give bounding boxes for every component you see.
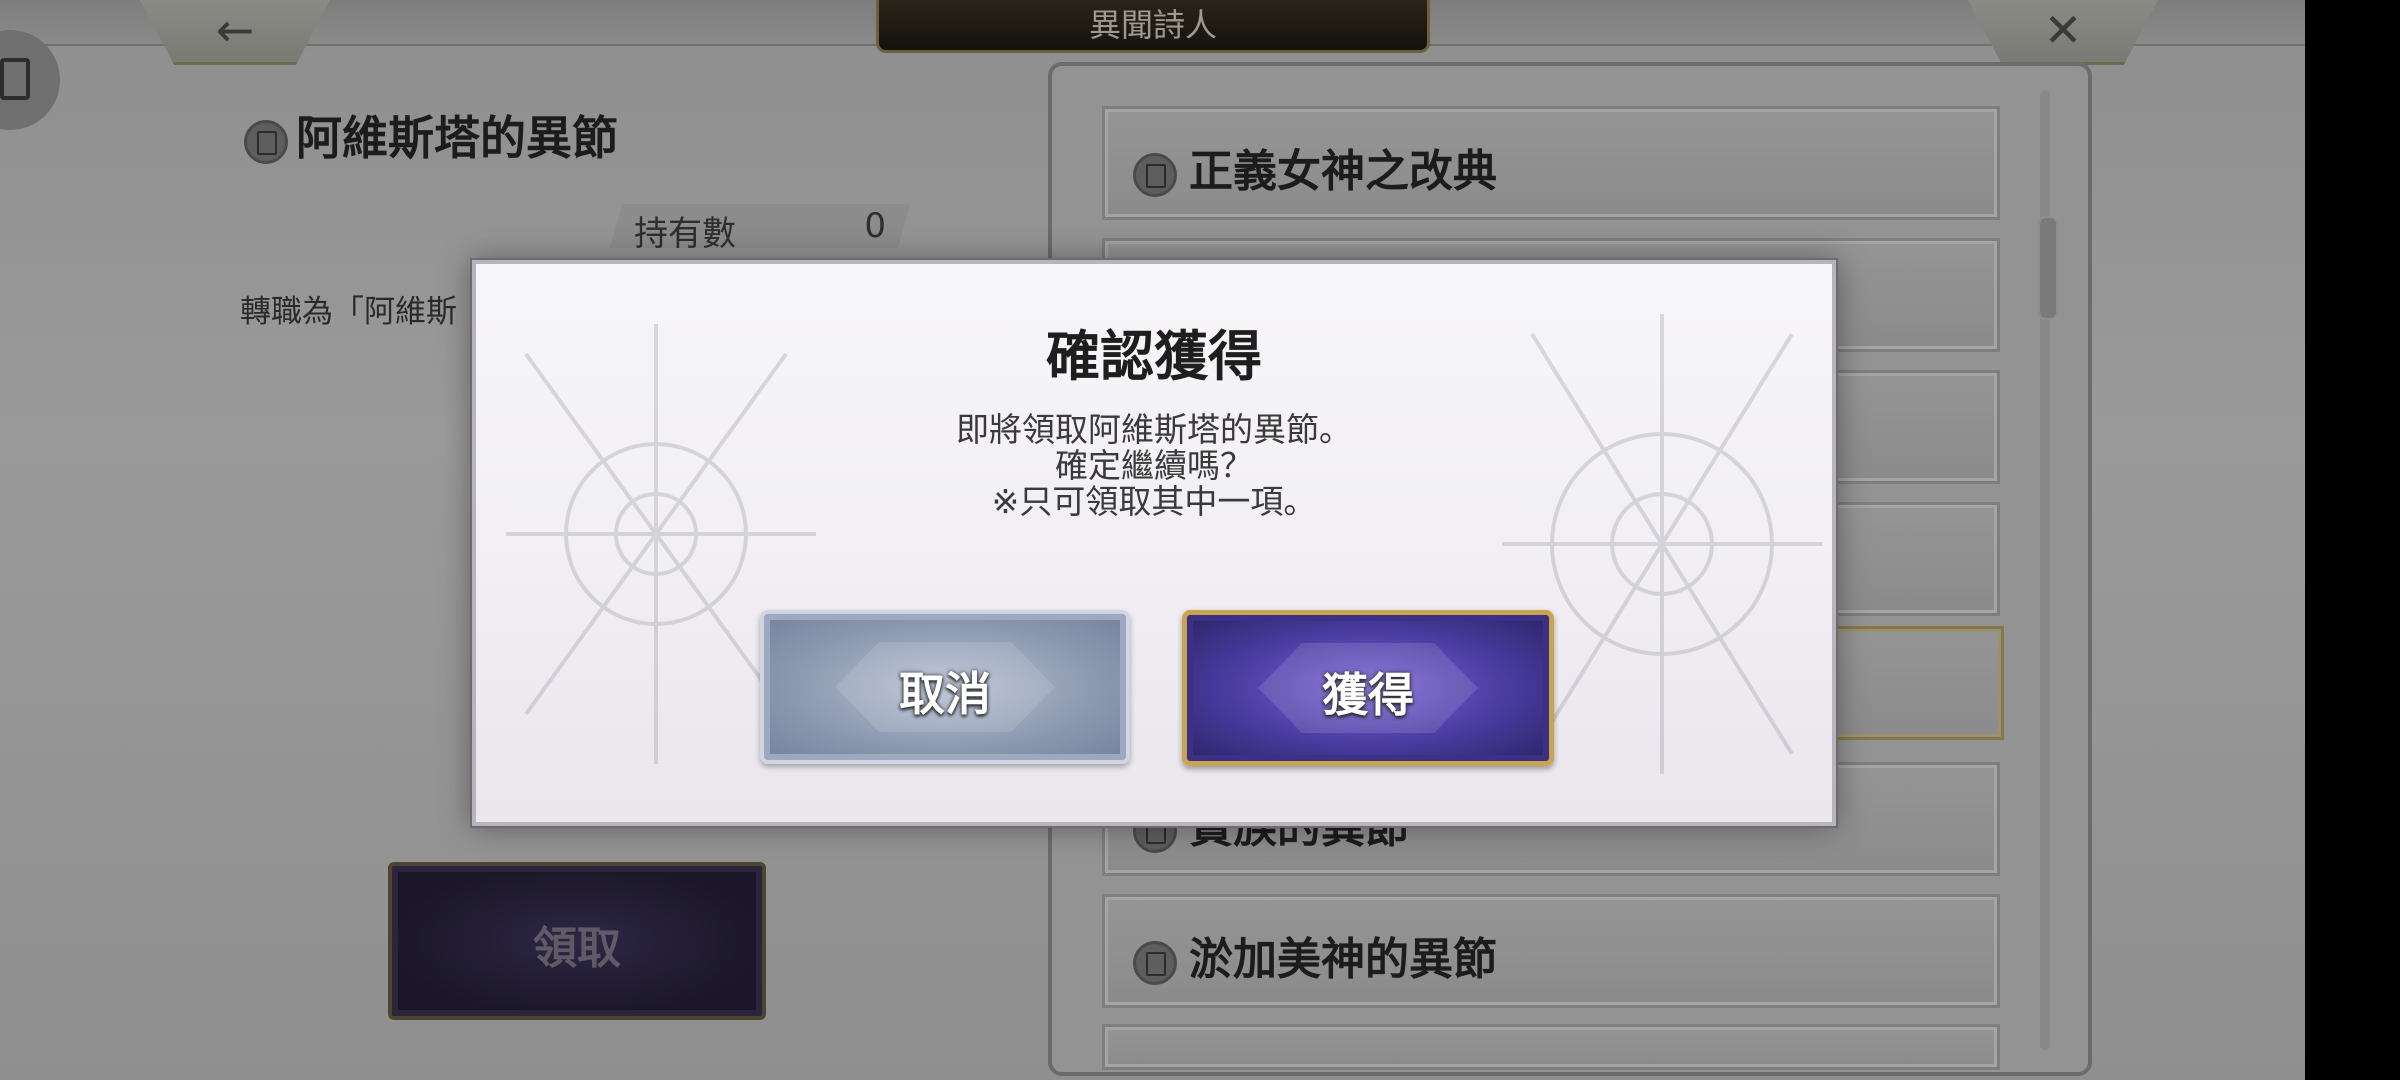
dialog-message-line: 確定繼續嗎？ xyxy=(1055,446,1253,485)
confirm-button[interactable]: 獲得 xyxy=(1182,610,1554,766)
cancel-button-label: 取消 xyxy=(899,667,991,721)
dialog-title: 確認獲得 xyxy=(1046,324,1262,388)
dialog-message-line: 即將領取阿維斯塔的異節。 xyxy=(956,410,1352,449)
cancel-button[interactable]: 取消 xyxy=(760,610,1130,764)
dialog-message: 即將領取阿維斯塔的異節。 確定繼續嗎？ ※只可領取其中一項。 xyxy=(476,412,1832,520)
confirm-button-label: 獲得 xyxy=(1322,668,1414,722)
dialog-message-line: ※只可領取其中一項。 xyxy=(991,482,1317,521)
confirm-dialog: 確認獲得 即將領取阿維斯塔的異節。 確定繼續嗎？ ※只可領取其中一項。 取消 獲… xyxy=(472,260,1836,826)
screen-edge xyxy=(2305,0,2400,1080)
game-screen: ← 異聞詩人 ✕ 阿維斯塔的異節 持有數 0 轉職為「阿維斯 領取 正義女神之改… xyxy=(0,0,2305,1080)
